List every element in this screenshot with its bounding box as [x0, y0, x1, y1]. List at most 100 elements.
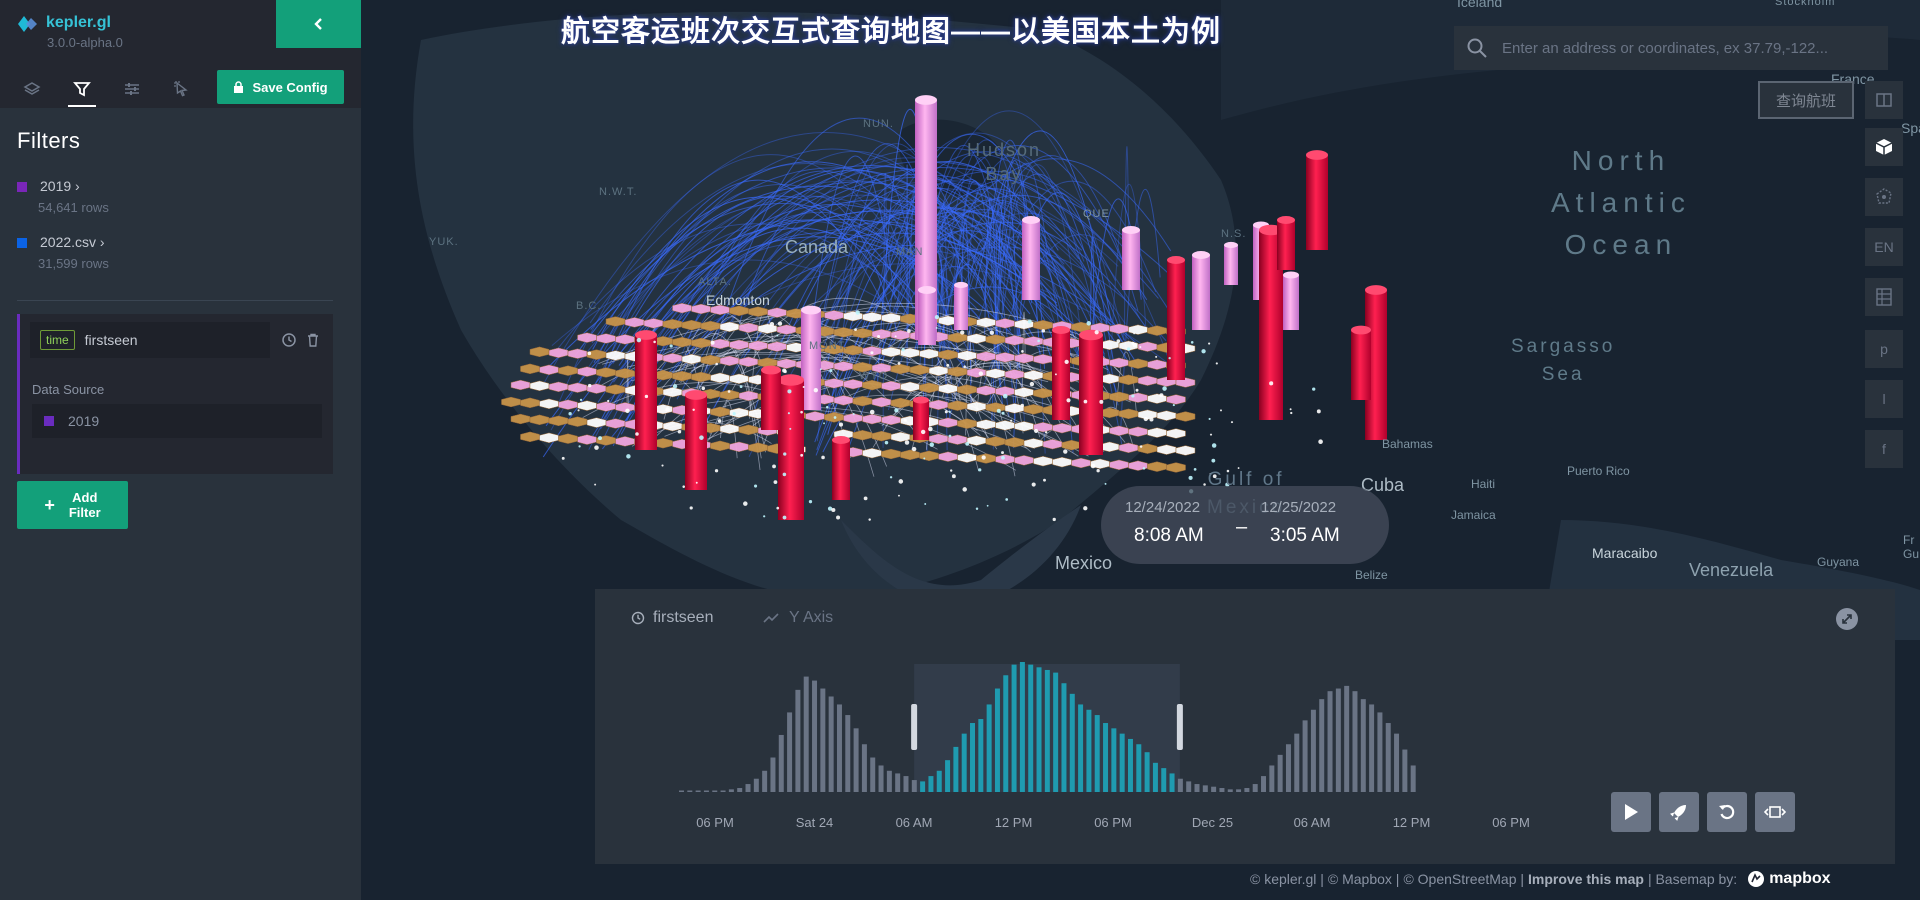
point-marker [653, 340, 656, 344]
hexbin-cell [985, 368, 1006, 379]
start-date: 12/24/2022 [1125, 499, 1201, 516]
hexbin-cell [852, 430, 873, 441]
hexbin-cell [596, 401, 616, 412]
animation-speed-button[interactable] [1659, 792, 1699, 832]
data-source-select[interactable]: 2019 [32, 404, 322, 438]
point-marker [561, 456, 565, 460]
map-canvas[interactable]: 航空客运班次交互式查询地图——以美国本土为例 Iceland Stockholm… [361, 0, 1920, 900]
red-column-top [832, 436, 850, 444]
point-marker [1289, 408, 1292, 411]
hexbin-cell [843, 413, 863, 424]
range-end-handle[interactable] [1176, 704, 1183, 750]
point-marker [672, 384, 678, 389]
range-start-handle[interactable] [911, 704, 918, 750]
pink-column-top [1224, 241, 1238, 249]
histogram-bar [1261, 776, 1267, 792]
geo-label: WYO [859, 370, 889, 382]
point-marker [1083, 399, 1088, 404]
draw-polygon-button[interactable] [1865, 178, 1903, 216]
point-marker [928, 426, 933, 432]
point-marker [743, 501, 748, 506]
filter-field-selector[interactable]: time firstseen [30, 322, 270, 358]
language-button[interactable]: EN [1865, 228, 1903, 266]
hexbin-cell [757, 323, 778, 334]
query-flights-button[interactable]: 查询航班 [1758, 81, 1854, 119]
point-marker [1127, 347, 1131, 351]
point-marker [808, 500, 813, 504]
hexbin-cell [1175, 445, 1196, 456]
point-marker [821, 455, 825, 460]
hexbin-cell [1033, 388, 1053, 399]
histogram-bar [961, 733, 967, 792]
mapbox-logo-icon [1748, 871, 1765, 887]
pink-column [1122, 230, 1140, 290]
histogram-bar [870, 757, 876, 792]
tab-interactions[interactable] [118, 74, 146, 104]
kepler-attribution[interactable]: © kepler.gl | [1250, 871, 1324, 887]
histogram-bar [953, 746, 959, 792]
red-column-top [1365, 285, 1387, 295]
point-marker [1190, 341, 1194, 344]
save-config-button[interactable]: Save Config [217, 70, 344, 104]
play-icon [1625, 804, 1638, 820]
tab-filters[interactable] [68, 74, 96, 107]
histogram-bar [994, 688, 1000, 792]
point-marker [782, 472, 787, 477]
point-marker [1139, 346, 1142, 348]
histogram-bar [1369, 704, 1375, 792]
red-column-top [1052, 326, 1070, 334]
legend-button[interactable] [1865, 278, 1903, 316]
histogram-bar [787, 712, 793, 792]
histogram-bar [778, 734, 784, 792]
histogram-bar [695, 790, 701, 792]
point-marker [901, 347, 905, 352]
point-marker [1043, 478, 1046, 482]
point-marker [800, 410, 803, 414]
pink-column-top [1192, 251, 1210, 259]
3d-view-button[interactable] [1865, 128, 1903, 166]
timeline-settings-button[interactable] [1836, 608, 1858, 630]
improve-map-link[interactable]: Improve this map [1528, 871, 1644, 887]
reset-icon [1719, 804, 1735, 820]
point-marker [578, 445, 581, 448]
mapbox-logo[interactable]: mapbox [1747, 870, 1831, 888]
pink-column [918, 290, 936, 345]
field-type-badge: time [40, 330, 75, 350]
osm-attribution[interactable]: © OpenStreetMap | [1403, 871, 1524, 887]
tab-base-map[interactable] [168, 74, 196, 104]
clock-icon[interactable] [281, 332, 297, 348]
red-column [1306, 155, 1328, 250]
tab-layers[interactable] [18, 74, 46, 104]
geo-label: Belize [1355, 568, 1388, 582]
histogram-bar [1377, 712, 1383, 792]
collapse-sidebar-button[interactable] [276, 0, 361, 48]
reset-button[interactable] [1707, 792, 1747, 832]
point-marker [920, 429, 926, 435]
point-marker [1094, 330, 1099, 335]
custom-button-p[interactable]: p [1865, 330, 1903, 368]
range-separator: – [1236, 516, 1248, 538]
y-axis-selector[interactable]: Y Axis [763, 609, 833, 627]
play-button[interactable] [1611, 792, 1651, 832]
geo-label: Bahamas [1382, 437, 1433, 451]
histogram-bar [886, 770, 892, 792]
trash-icon[interactable] [305, 332, 321, 348]
add-filter-button[interactable]: + Add Filter [17, 481, 128, 529]
custom-button-l[interactable]: l [1865, 380, 1903, 418]
search-input[interactable] [1500, 38, 1860, 58]
histogram-bar [828, 696, 834, 792]
histogram-bar [820, 688, 826, 792]
histogram-bar [1086, 709, 1092, 792]
custom-button-f[interactable]: f [1865, 430, 1903, 468]
point-marker [682, 485, 685, 488]
timeline-field-selector[interactable]: firstseen [631, 609, 713, 627]
plus-icon: + [44, 494, 55, 515]
window-mode-button[interactable] [1755, 792, 1795, 832]
point-marker [1099, 399, 1104, 404]
basemap-by-label: | Basemap by: [1647, 871, 1738, 887]
point-marker [823, 422, 825, 425]
mapbox-attribution[interactable]: © Mapbox | [1328, 871, 1400, 887]
point-marker [773, 480, 778, 484]
split-map-button[interactable] [1865, 81, 1903, 119]
hexbin-cell [1166, 462, 1186, 473]
